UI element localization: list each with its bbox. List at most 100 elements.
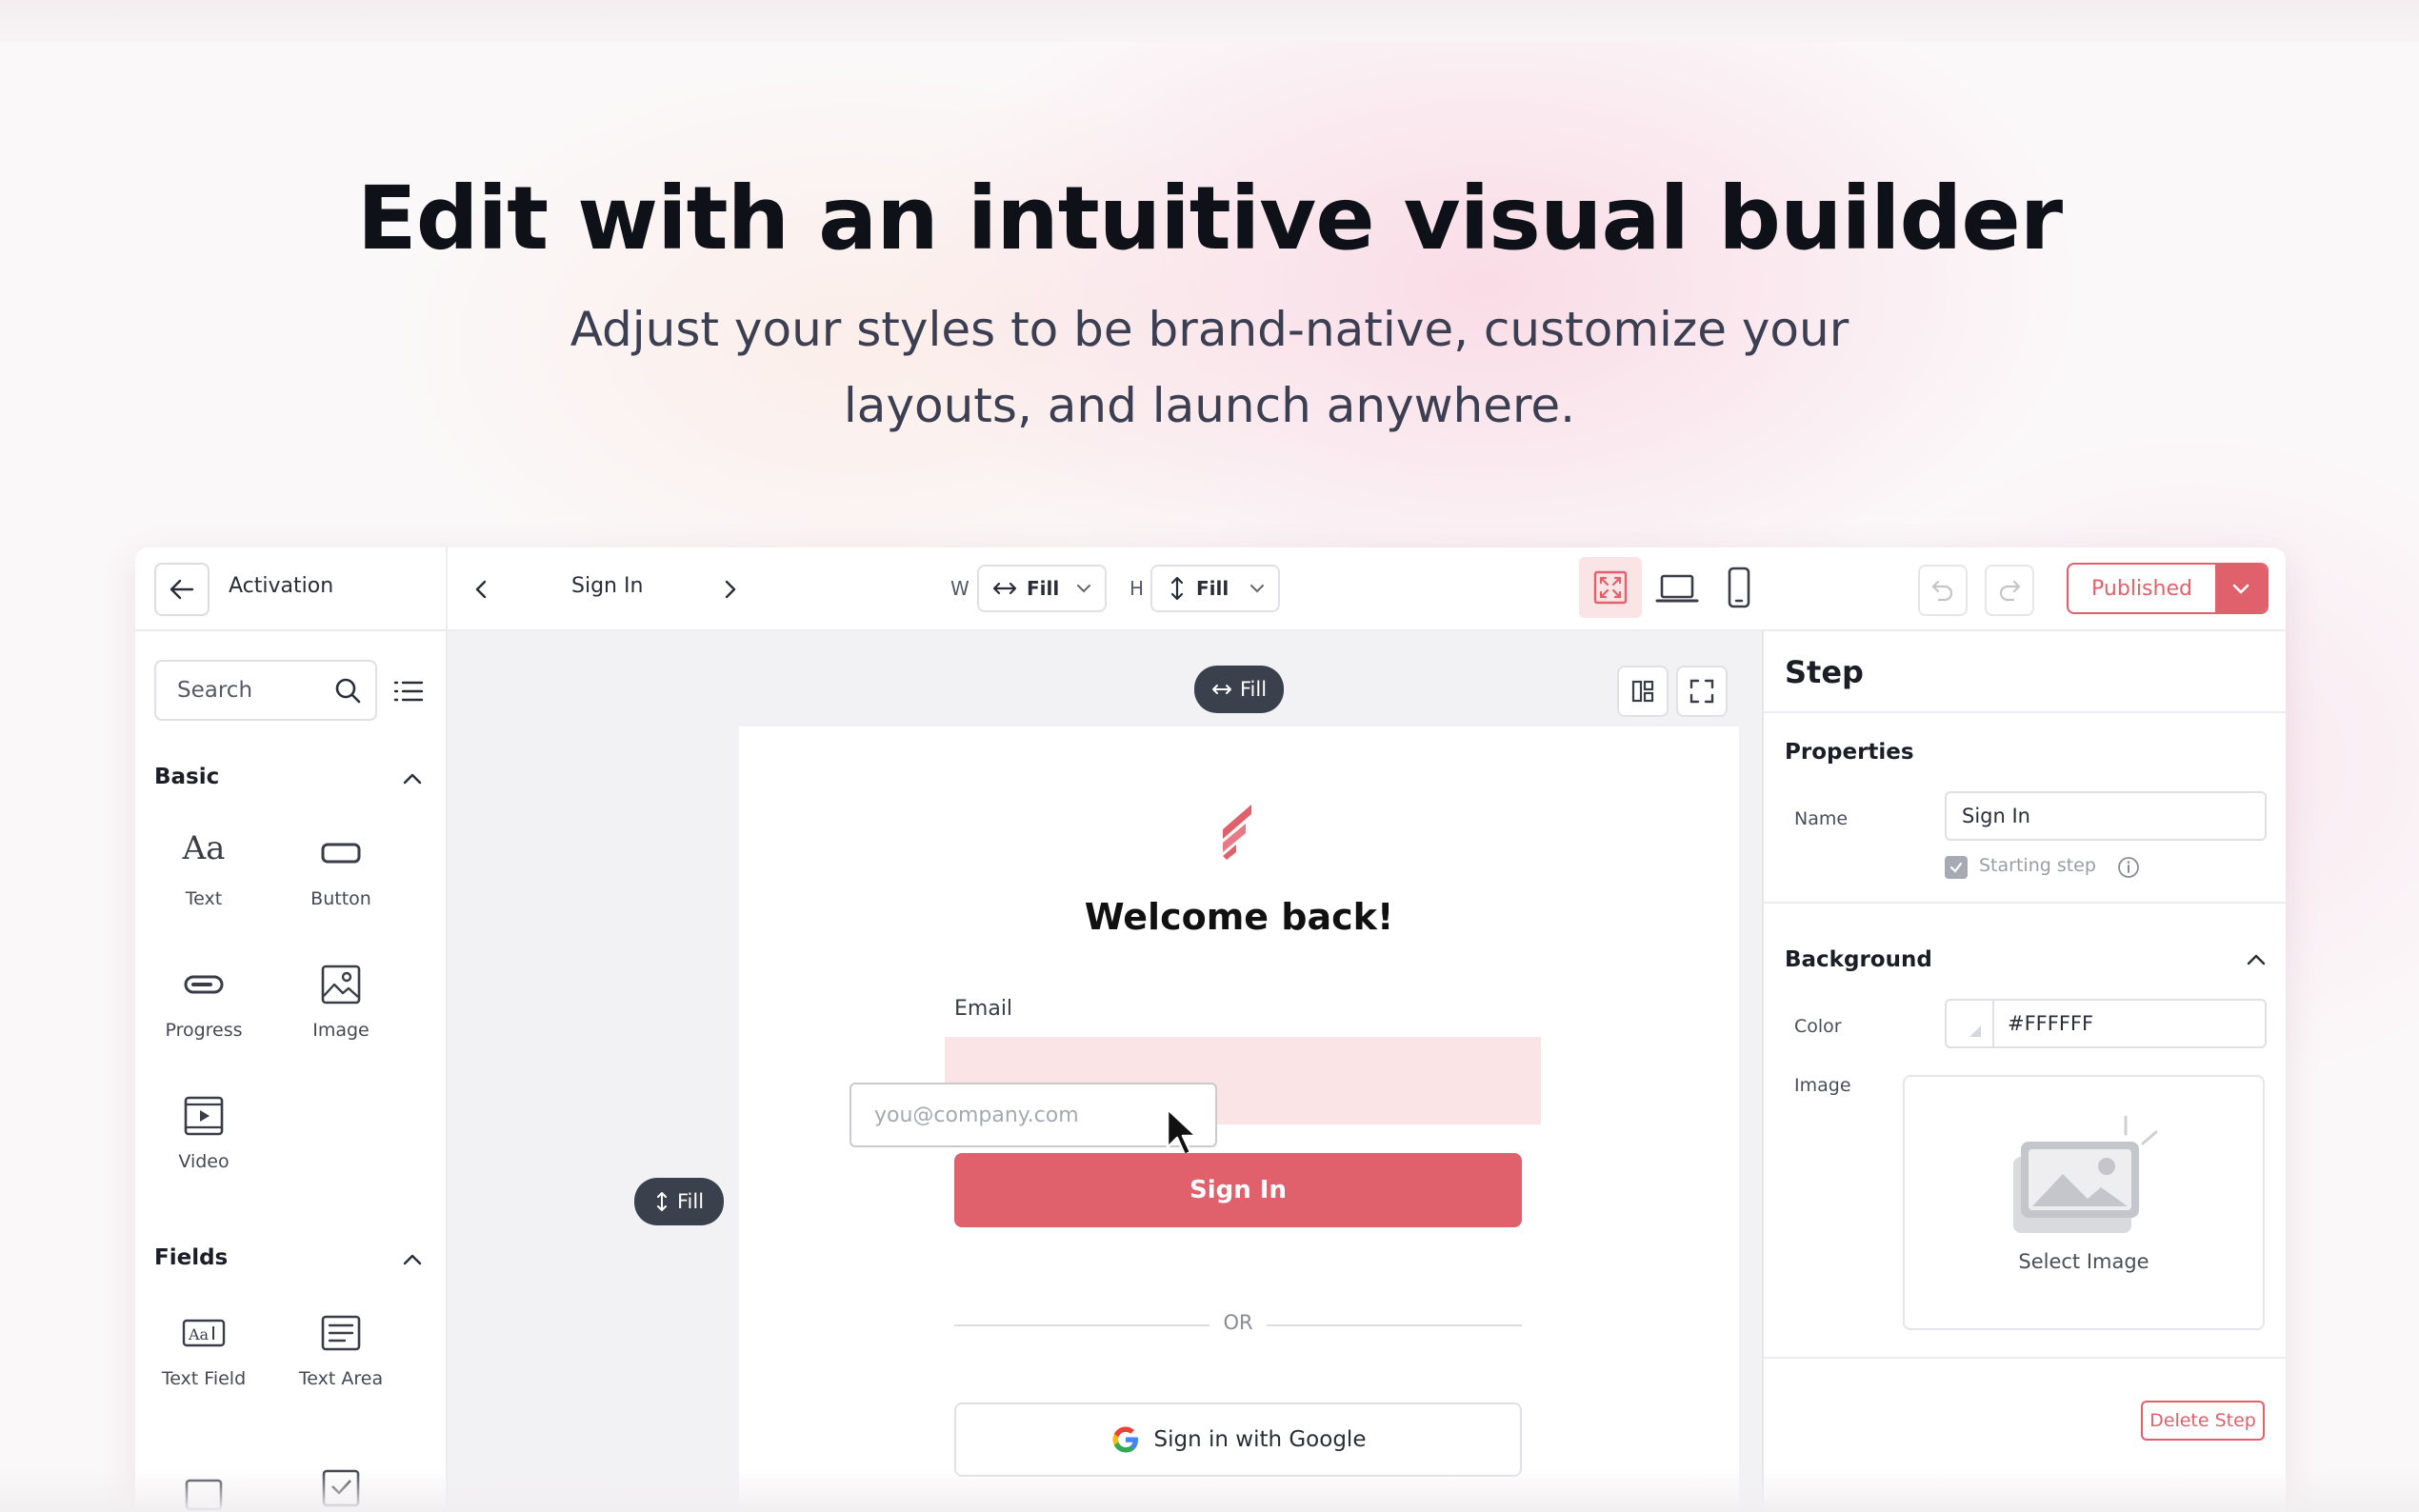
check-icon [1949,862,1963,873]
component-label: Image [312,1020,370,1041]
component-progress[interactable]: Progress [147,961,261,1041]
button-icon [284,829,398,877]
mobile-phone-icon [1728,567,1750,608]
properties-panel: Step Properties Name Sign In Starting st… [1762,631,2286,1512]
progress-icon [147,961,261,1008]
layout-toggle-button[interactable] [1617,666,1669,717]
arrow-left-icon [170,579,194,600]
component-label: Progress [165,1020,243,1041]
current-step-name[interactable]: Sign In [571,574,643,598]
color-value: #FFFFFF [2008,1012,2094,1035]
undo-button[interactable] [1918,565,1968,616]
undo-icon [1931,580,1953,602]
starting-step-checkbox[interactable] [1945,856,1968,879]
component-video[interactable]: Video [147,1092,261,1172]
video-icon [147,1092,261,1140]
back-button[interactable] [154,563,210,616]
publish-options-button[interactable] [2215,565,2267,612]
starting-step-label: Starting step [1979,855,2096,876]
redo-button[interactable] [1985,565,2034,616]
height-label: H [1130,577,1145,600]
height-value: Fill [1196,577,1229,600]
color-swatch[interactable] [1947,1001,1994,1046]
sign-in-button[interactable]: Sign In [954,1153,1522,1227]
width-fill-pill[interactable]: Fill [1194,666,1284,713]
height-dropdown[interactable]: Fill [1150,565,1280,612]
builder-app-window: Activation Sign In W Fill H Fill Publish… [135,547,2286,1512]
publish-control: Published [2067,563,2269,614]
chevron-up-icon [2247,954,2266,965]
search-icon [335,678,361,704]
swatch-corner-icon [1969,1025,1981,1037]
expand-icon [1593,570,1628,605]
layers-list-button[interactable] [392,675,425,707]
email-input[interactable]: you@company.com [850,1083,1217,1147]
component-search[interactable]: Search [154,660,377,721]
search-input[interactable]: Search [177,678,252,703]
page-bottom-fade [0,1468,2419,1512]
component-text[interactable]: Aa Text [147,829,261,909]
panel-title: Step [1785,654,1864,690]
panel-divider [1764,711,2286,713]
delete-step-button[interactable]: Delete Step [2141,1401,2265,1441]
google-sign-in-button[interactable]: Sign in with Google [954,1403,1522,1477]
previous-step-button[interactable] [469,576,495,603]
vertical-resize-icon [1170,576,1184,601]
component-button[interactable]: Button [284,829,398,909]
redo-icon [1999,580,2021,602]
published-button[interactable]: Published [2069,565,2215,612]
image-icon [284,961,398,1008]
hero-subtitle: Adjust your styles to be brand-native, c… [0,291,2419,444]
basic-section-title: Basic [154,765,220,789]
fullscreen-icon [1689,679,1714,704]
step-name-input[interactable]: Sign In [1945,791,2267,841]
chevron-down-icon [2232,584,2249,594]
sign-in-preview: Welcome back! Email you@company.com Sign… [739,726,1739,1512]
chevron-left-icon [475,580,487,599]
component-label: Text Area [298,1368,384,1389]
next-step-button[interactable] [716,576,743,603]
step-name-value: Sign In [1962,805,2030,827]
width-label: W [950,577,970,600]
background-title: Background [1785,947,1932,972]
svg-text:Aa: Aa [188,1325,210,1343]
text-field-icon: Aa [147,1309,261,1357]
width-dropdown[interactable]: Fill [977,565,1107,612]
chevron-down-icon [1250,585,1264,593]
select-image-label: Select Image [2018,1250,2149,1273]
select-image-dropzone[interactable]: Select Image [1903,1075,2265,1330]
divider-line [954,1324,1210,1326]
component-text-area[interactable]: Text Area [284,1309,398,1389]
or-divider: OR [954,1311,1522,1340]
collapse-basic-button[interactable] [398,765,427,793]
info-icon[interactable] [2116,855,2141,880]
component-image[interactable]: Image [284,961,398,1041]
color-input[interactable]: #FFFFFF [1945,999,2267,1048]
laptop-icon [1655,574,1699,603]
component-text-field[interactable]: Aa Text Field [147,1309,261,1389]
horizontal-resize-icon [1211,685,1231,694]
image-label: Image [1794,1075,1851,1096]
or-text: OR [1223,1311,1253,1334]
name-label: Name [1794,808,1849,829]
expand-canvas-button[interactable] [1676,666,1728,717]
email-label: Email [954,997,1013,1021]
fullscreen-view-button[interactable] [1579,557,1642,618]
mobile-view-button[interactable] [1720,563,1758,612]
vertical-resize-icon [656,1192,667,1211]
hero-subtitle-line-1: Adjust your styles to be brand-native, c… [570,302,1849,357]
components-sidebar: Search Basic Aa Text Button Progress Ima… [135,631,448,1512]
chevron-right-icon [725,580,736,599]
horizontal-resize-icon [992,582,1017,595]
hero-subtitle-line-2: layouts, and launch anywhere. [843,378,1576,433]
desktop-view-button[interactable] [1653,567,1701,610]
chevron-up-icon [403,773,422,785]
height-fill-pill[interactable]: Fill [634,1178,724,1225]
collapse-background-button[interactable] [2242,945,2270,974]
height-pill-label: Fill [676,1190,705,1213]
width-pill-label: Fill [1239,678,1268,701]
panel-divider [1764,1357,2286,1359]
email-placeholder: you@company.com [874,1103,1079,1127]
panel-divider [1764,902,2286,904]
collapse-fields-button[interactable] [398,1245,427,1274]
